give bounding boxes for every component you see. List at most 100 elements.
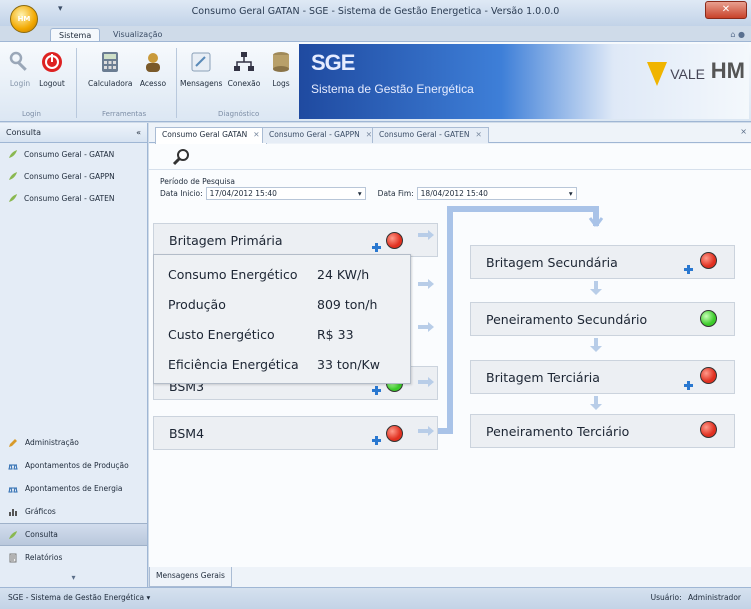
status-bar: SGE - Sistema de Gestão Energética ▾ Usu…: [0, 587, 751, 609]
nav-item-gappn[interactable]: Consumo Geral - GAPPN: [0, 165, 147, 187]
tab-consumo-gappn[interactable]: Consumo Geral - GAPPN ✕: [262, 127, 380, 143]
nav-section-label: Apontamentos de Produção: [25, 461, 129, 470]
nav-section-label: Consulta: [25, 530, 58, 539]
nav-section-label: Apontamentos de Energia: [25, 484, 123, 493]
nav-section-label: Gráficos: [25, 507, 56, 516]
ribbon: Login Logout Calculadora Acesso Mensagen…: [0, 41, 751, 122]
calculadora-button[interactable]: Calculadora: [88, 50, 133, 88]
close-button[interactable]: ✕: [705, 1, 747, 19]
document-toolbar: [149, 144, 751, 170]
calculator-icon: [102, 52, 118, 72]
calculadora-label: Calculadora: [88, 79, 133, 88]
period-label: Período de Pesquisa: [160, 177, 235, 186]
acesso-label: Acesso: [139, 79, 167, 88]
report-icon: [9, 553, 17, 562]
status-user-label: Usuário:: [650, 593, 682, 602]
acesso-button[interactable]: Acesso: [135, 50, 171, 88]
nav-section-apontamentos-energia[interactable]: Apontamentos de Energia: [0, 477, 147, 500]
start-date-label: Data Inicio:: [160, 189, 203, 198]
leaf-icon: [9, 530, 17, 539]
collapse-icon[interactable]: «: [136, 123, 141, 142]
tab-label: Consumo Geral GATAN: [162, 130, 248, 139]
chart-icon: [9, 508, 17, 516]
conexao-label: Conexão: [227, 79, 261, 88]
status-app-name[interactable]: SGE - Sistema de Gestão Energética ▾: [8, 588, 150, 608]
chevron-down-icon[interactable]: ▾: [358, 188, 362, 199]
nav-section-apontamentos-producao[interactable]: Apontamentos de Produção: [0, 454, 147, 477]
leaf-icon: [9, 194, 17, 202]
nav-section-label: Relatórios: [25, 553, 63, 562]
nav-sections: Administração Apontamentos de Produção A…: [0, 431, 147, 587]
group-label-diagnostico: Diagnóstico: [218, 110, 260, 118]
scale-icon: [8, 487, 18, 492]
close-tab-icon[interactable]: ✕: [475, 130, 481, 139]
sge-subtitle: Sistema de Gestão Energética: [311, 82, 474, 96]
sge-banner: SGE Sistema de Gestão Energética VALE HM: [299, 44, 749, 119]
tab-visualizacao[interactable]: Visualização: [105, 28, 170, 42]
vale-v-icon: [647, 62, 668, 86]
chevron-down-icon[interactable]: ▾: [569, 188, 573, 199]
login-button[interactable]: Login: [2, 50, 38, 88]
scale-icon: [8, 464, 18, 469]
vale-text: VALE: [670, 66, 705, 82]
tab-mensagens-gerais[interactable]: Mensagens Gerais: [149, 567, 232, 587]
start-date-value: 17/04/2012 15:40: [209, 189, 277, 198]
nav-item-label: Consumo Geral - GATAN: [24, 149, 115, 159]
nav-configure-dropdown[interactable]: ▾: [0, 569, 147, 587]
sge-title: SGE: [311, 50, 355, 75]
leaf-icon: [9, 172, 17, 180]
hm-logo-icon: HM: [17, 15, 31, 23]
login-label: Login: [9, 79, 31, 88]
group-label-login: Login: [22, 110, 41, 118]
window-title: Consumo Geral GATAN - SGE - Sistema de G…: [191, 6, 560, 17]
nav-section-relatorios[interactable]: Relatórios: [0, 546, 147, 569]
nav-item-gatan[interactable]: Consumo Geral - GATAN: [0, 143, 147, 165]
document-tabs: Consumo Geral GATAN ✕ Consumo Geral - GAP…: [149, 123, 751, 144]
close-tab-icon[interactable]: ✕: [253, 130, 259, 139]
start-date-picker[interactable]: 17/04/2012 15:40 ▾: [205, 187, 366, 200]
nav-section-label: Administração: [25, 438, 79, 447]
pencil-icon: [9, 438, 17, 447]
nav-header-title: Consulta: [6, 128, 42, 137]
users-icon: [146, 53, 160, 72]
tab-label: Consumo Geral - GAPPN: [269, 130, 360, 139]
conexao-button[interactable]: Conexão: [224, 50, 264, 88]
nav-item-label: Consumo Geral - GAPPN: [24, 171, 115, 181]
status-user: Usuário: Administrador: [651, 588, 741, 608]
tab-label: Consumo Geral - GATEN: [379, 130, 470, 139]
mensagens-button[interactable]: Mensagens: [180, 50, 222, 88]
group-separator: [76, 48, 77, 118]
search-icon[interactable]: [171, 147, 191, 167]
tab-sistema[interactable]: Sistema: [50, 28, 101, 42]
navigation-pane: Consulta « Consumo Geral - GATAN Consumo…: [0, 123, 148, 587]
nav-item-gaten[interactable]: Consumo Geral - GATEN: [0, 187, 147, 209]
tab-consumo-gatan[interactable]: Consumo Geral GATAN ✕: [155, 127, 267, 144]
end-date-value: 18/04/2012 15:40: [420, 189, 488, 198]
title-bar: ▾ Consumo Geral GATAN - SGE - Sistema de…: [0, 0, 751, 26]
end-date-label: Data Fim:: [377, 189, 414, 198]
application-menu-button[interactable]: HM: [10, 5, 38, 33]
logout-label: Logout: [39, 79, 65, 88]
date-filter-row: Data Inicio: 17/04/2012 15:40 ▾ Data Fim:…: [160, 187, 577, 200]
mensagens-label: Mensagens: [180, 79, 223, 88]
ribbon-minimize-icon[interactable]: ⌂ ●: [730, 30, 745, 39]
tab-consumo-gaten[interactable]: Consumo Geral - GATEN ✕: [372, 127, 489, 143]
logout-button[interactable]: Logout: [34, 50, 70, 88]
nav-section-consulta[interactable]: Consulta: [0, 523, 147, 546]
hm-logo: HM: [710, 58, 745, 83]
nav-item-label: Consumo Geral - GATEN: [24, 193, 115, 203]
logs-label: Logs: [272, 79, 290, 88]
power-icon: [42, 52, 62, 72]
message-icon: [191, 52, 211, 72]
nav-section-administracao[interactable]: Administração: [0, 431, 147, 454]
status-user-value: Administrador: [688, 593, 741, 602]
group-label-ferramentas: Ferramentas: [102, 110, 147, 118]
logs-button[interactable]: Logs: [266, 50, 296, 88]
leaf-icon: [9, 150, 17, 158]
group-separator: [176, 48, 177, 118]
ribbon-tabs: Sistema Visualização ⌂ ●: [0, 26, 751, 42]
nav-section-graficos[interactable]: Gráficos: [0, 500, 147, 523]
end-date-picker[interactable]: 18/04/2012 15:40 ▾: [416, 187, 577, 200]
key-icon: [9, 51, 27, 71]
close-document-icon[interactable]: ×: [740, 127, 747, 136]
